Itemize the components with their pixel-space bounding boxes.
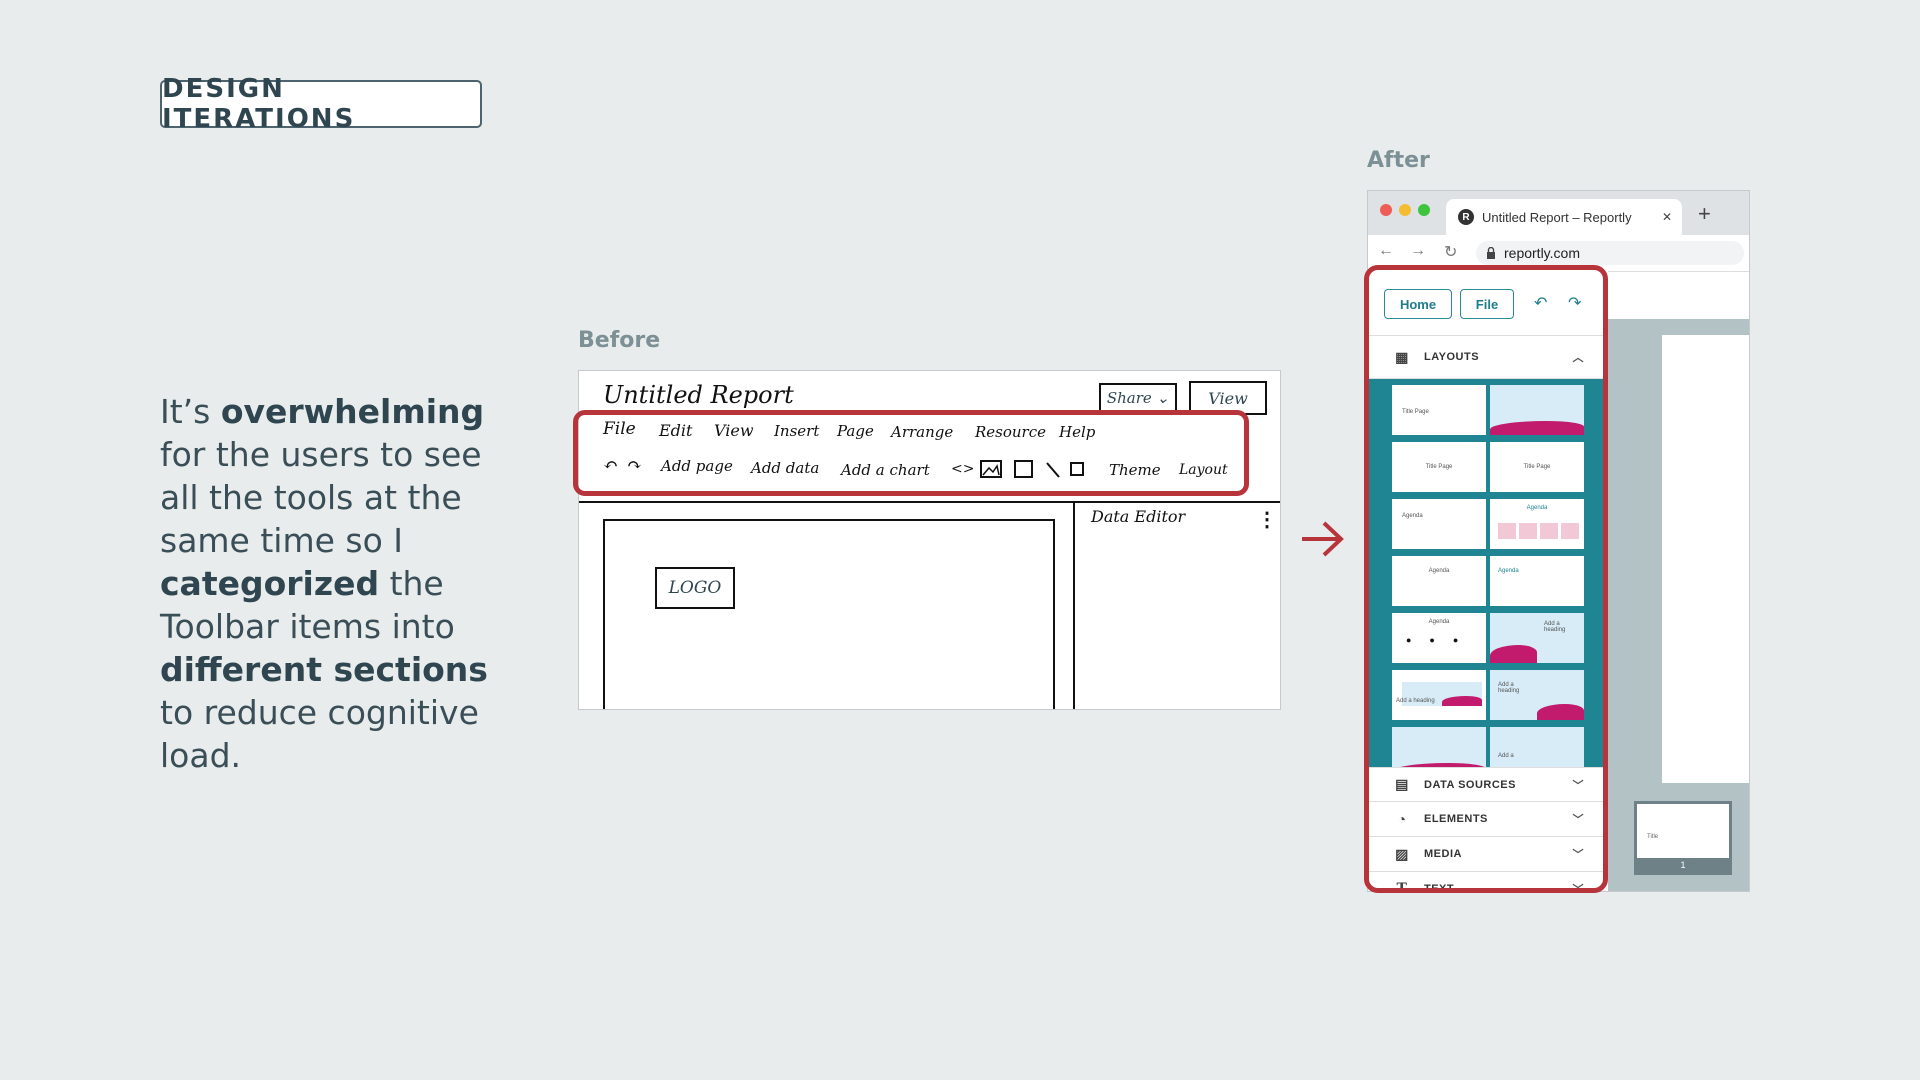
sketch-canvas [603, 519, 1055, 709]
lock-icon [1487, 247, 1495, 259]
minimize-dot[interactable] [1399, 204, 1411, 216]
sketch-share-button: Share ⌄ [1099, 383, 1177, 413]
maximize-dot[interactable] [1418, 204, 1430, 216]
after-highlight [1364, 265, 1608, 893]
after-label: After [1367, 148, 1430, 173]
close-dot[interactable] [1380, 204, 1392, 216]
back-icon[interactable]: ← [1378, 242, 1394, 260]
browser-tabbar: R Untitled Report – Reportly ✕ + [1368, 191, 1749, 235]
tab-close-icon[interactable]: ✕ [1662, 210, 1672, 224]
sketch-divider [579, 501, 1280, 503]
forward-icon[interactable]: → [1410, 242, 1426, 260]
url-field[interactable]: reportly.com [1476, 241, 1744, 265]
before-highlight [573, 410, 1249, 496]
new-tab-button[interactable]: + [1698, 201, 1711, 227]
sketch-data-editor: Data Editor [1091, 507, 1186, 526]
sketch-title: Untitled Report [603, 381, 794, 409]
page-thumbnail[interactable]: Title 1 [1634, 801, 1732, 875]
page-heading: DESIGN ITERATIONS [160, 74, 482, 134]
url-text: reportly.com [1504, 245, 1580, 261]
reportly-logo-icon: R [1458, 209, 1474, 225]
tab-title: Untitled Report – Reportly [1482, 209, 1632, 225]
arrow-right-icon [1302, 521, 1344, 557]
report-workspace: Title 1 [1608, 319, 1749, 891]
report-page-canvas[interactable] [1662, 335, 1749, 783]
description-text: It’s overwhelming for the users to see a… [160, 392, 488, 775]
sketch-logo: LOGO [655, 567, 735, 609]
page-number: 1 [1637, 858, 1729, 872]
sketch-panel-divider [1073, 501, 1075, 709]
sketch-more-icon: ⋮ [1257, 507, 1277, 531]
before-label: Before [578, 328, 661, 353]
reload-icon[interactable]: ↻ [1444, 242, 1457, 262]
browser-tab[interactable]: R Untitled Report – Reportly ✕ [1446, 199, 1682, 235]
